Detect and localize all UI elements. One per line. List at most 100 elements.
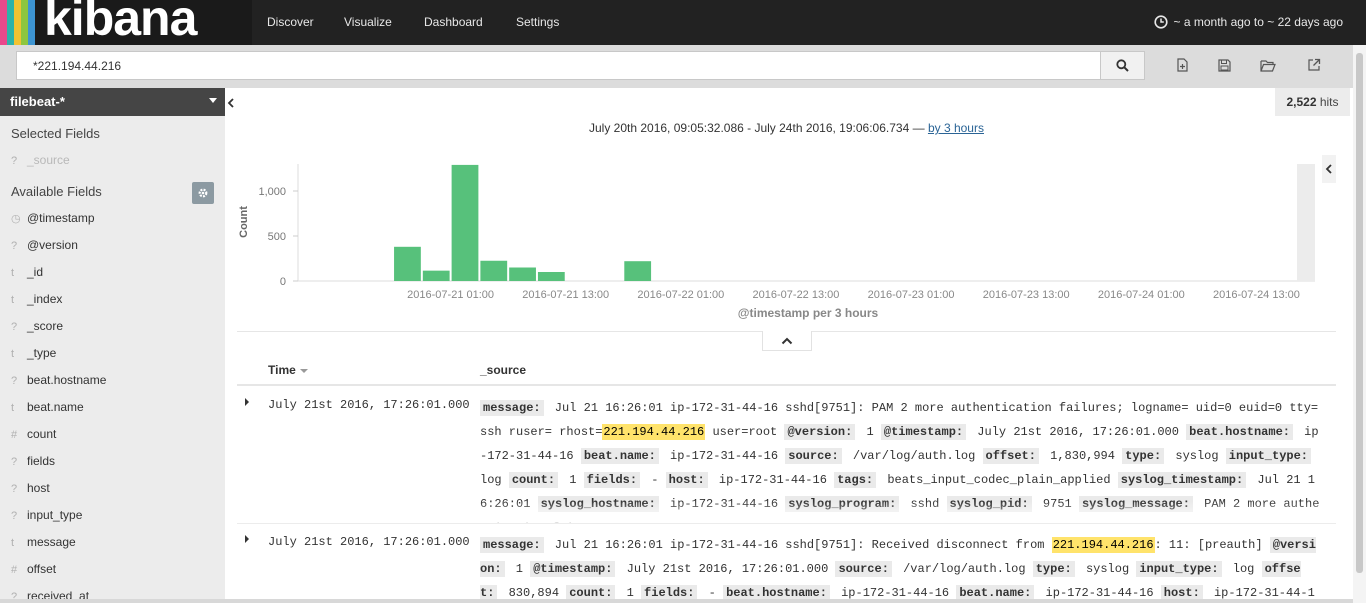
logo-text: kibana [44, 0, 197, 45]
nav-settings[interactable]: Settings [516, 15, 559, 29]
column-time[interactable]: Time [268, 363, 308, 377]
field-key: source: [785, 448, 842, 464]
field-name: @timestamp [27, 211, 95, 225]
field-item[interactable]: ? beat.hostname [0, 367, 225, 394]
field-value: 1 [619, 586, 642, 600]
field-type-icon: t [11, 402, 15, 414]
field-value: 830,894 [501, 586, 567, 600]
available-fields-list: ◷ @timestamp? @version t _id t _index? _score t _… [0, 205, 225, 603]
kibana-logo[interactable]: kibana [0, 0, 252, 45]
chart-bar[interactable] [480, 260, 508, 281]
field-item[interactable]: ? fields [0, 448, 225, 475]
chart-toggle-button[interactable] [1322, 155, 1336, 183]
field-item[interactable]: t _type [0, 340, 225, 367]
new-search-icon[interactable] [1174, 57, 1190, 73]
field-value: - [644, 473, 666, 487]
field-item[interactable]: ? _source [0, 147, 225, 174]
index-pattern-selector[interactable]: filebeat-* [0, 88, 225, 116]
field-value: syslog [1078, 562, 1137, 576]
field-value: - [701, 586, 724, 600]
field-key: tags: [834, 472, 877, 488]
chart-gridlines [297, 164, 1315, 282]
field-type-icon: ? [11, 375, 18, 387]
field-key: input_type: [1225, 448, 1311, 464]
field-item[interactable]: ? _score [0, 313, 225, 340]
column-source: _source [480, 363, 527, 377]
field-key: beat.name: [580, 448, 659, 464]
sort-down-icon[interactable] [299, 368, 308, 373]
field-item[interactable]: t _index [0, 286, 225, 313]
chart-bar[interactable] [394, 246, 421, 281]
field-item[interactable]: ? input_type [0, 502, 225, 529]
field-type-icon: t [11, 294, 15, 306]
field-item[interactable]: # count [0, 421, 225, 448]
chart-bar[interactable] [509, 267, 536, 282]
histogram-chart: 0 500 1,000 2016-07-21 01:00 2016-07-21 13:… [238, 164, 1315, 320]
field-item[interactable]: t beat.name [0, 394, 225, 421]
search-button[interactable] [1100, 51, 1145, 80]
interval-link[interactable]: by 3 hours [928, 121, 984, 135]
field-item[interactable]: ? @version [0, 232, 225, 259]
nav-discover[interactable]: Discover [267, 15, 314, 29]
field-key: host: [665, 472, 708, 488]
expand-row-button[interactable] [242, 397, 252, 407]
horizontal-scrollbar[interactable] [0, 599, 1353, 603]
table-row[interactable]: July 21st 2016, 17:26:01.000 message: Ju… [237, 525, 1336, 605]
nav-dashboard[interactable]: Dashboard [424, 15, 483, 29]
expand-row-button[interactable] [242, 534, 252, 544]
field-item[interactable]: # offset [0, 556, 225, 583]
save-search-icon[interactable] [1216, 57, 1232, 73]
field-value: ip-172-31-44-16 [662, 497, 786, 511]
index-pattern-name: filebeat-* [10, 94, 65, 109]
collapse-chart-button[interactable] [762, 331, 812, 351]
field-item[interactable]: ◷ @timestamp [0, 205, 225, 232]
open-search-icon[interactable] [1260, 57, 1276, 73]
share-icon[interactable] [1306, 57, 1322, 73]
doc-table-header: Time _source [237, 356, 1336, 386]
top-navbar: kibana Discover Visualize Dashboard Sett… [0, 0, 1366, 45]
scrollbar-thumb[interactable] [1356, 53, 1363, 573]
x-tick-label: 2016-07-21 01:00 [407, 289, 494, 301]
time-picker[interactable]: ~ a month ago to ~ 22 days ago [1153, 15, 1343, 29]
field-key: beat.hostname: [1186, 424, 1293, 440]
field-key: message: [480, 537, 544, 553]
chart-brush-area[interactable] [1297, 164, 1315, 281]
search-icon [1116, 59, 1129, 72]
field-type-icon: ? [11, 510, 18, 522]
field-item[interactable]: t _id [0, 259, 225, 286]
x-tick-label: 2016-07-21 13:00 [522, 289, 609, 301]
logo-stripe [0, 0, 7, 45]
x-tick-label: 2016-07-23 13:00 [983, 289, 1070, 301]
query-input[interactable] [16, 51, 1101, 80]
field-type-icon: # [11, 564, 18, 576]
field-key: @version: [784, 424, 856, 440]
chart-bar[interactable] [422, 270, 450, 281]
x-axis-label: @timestamp per 3 hours [738, 306, 879, 320]
column-time-label: Time [268, 363, 296, 377]
field-value: ip-172-31-44-16 [833, 586, 957, 600]
y-tick-label: 1,000 [258, 186, 286, 198]
field-name: _source [27, 153, 70, 167]
chart-bar[interactable] [624, 261, 652, 281]
search-highlight: 221.194.44.216 [1051, 537, 1155, 553]
field-value: 1 [508, 562, 531, 576]
field-item[interactable]: t message [0, 529, 225, 556]
field-settings-button[interactable] [192, 182, 214, 204]
table-row[interactable]: July 21st 2016, 17:26:01.000 message: Ju… [237, 388, 1336, 524]
field-value: July 21st 2016, 17:26:01.000 [619, 562, 836, 576]
available-fields-title: Available Fields [11, 184, 102, 199]
nav-visualize[interactable]: Visualize [344, 15, 392, 29]
field-value: user=root [705, 425, 785, 439]
chevron-left-icon [1325, 164, 1332, 174]
collapse-sidebar-button[interactable] [225, 88, 237, 118]
available-fields-header: Available Fields [0, 178, 225, 205]
search-highlight: 221.194.44.216 [602, 424, 706, 440]
chart-bar[interactable] [537, 272, 565, 281]
vertical-scrollbar[interactable] [1353, 45, 1366, 603]
field-type-icon: t [11, 348, 15, 360]
field-type-icon: ? [11, 155, 18, 167]
field-name: beat.hostname [27, 373, 107, 387]
chart-bar[interactable] [451, 164, 479, 281]
field-item[interactable]: ? host [0, 475, 225, 502]
hits-label: hits [1319, 95, 1339, 109]
